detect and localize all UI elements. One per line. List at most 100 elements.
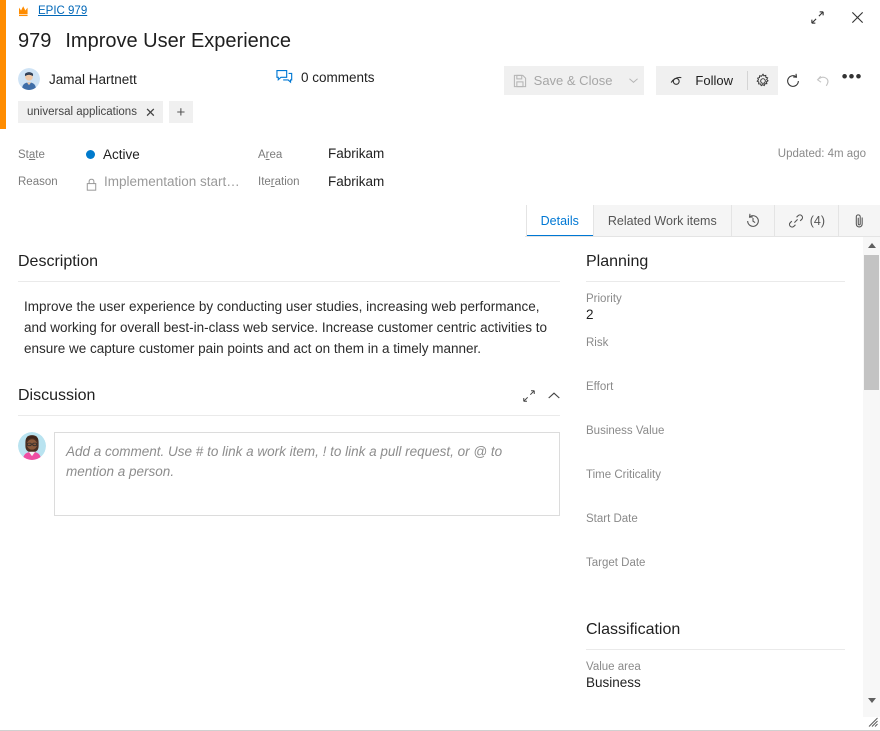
comment-placeholder: Add a comment. Use # to link a work item… (66, 444, 503, 479)
follow-group: Follow (656, 66, 778, 95)
field-priority: Priority 2 (586, 293, 845, 326)
follow-button[interactable]: Follow (656, 66, 747, 95)
field-value[interactable] (586, 483, 845, 502)
tags-row: universal applications ✕ + (18, 101, 193, 123)
save-close-group: Save & Close (503, 66, 645, 95)
tab-details[interactable]: Details (525, 205, 594, 237)
undo-icon (808, 66, 838, 95)
field-value[interactable]: 2 (586, 307, 845, 326)
breadcrumb: EPIC 979 (18, 5, 87, 17)
work-item-type-accent-bar (0, 0, 6, 129)
field-start-date: Start Date (586, 513, 845, 546)
planning-divider (586, 281, 845, 282)
links-count: (4) (809, 214, 825, 228)
scroll-up-button[interactable] (863, 237, 880, 254)
gear-icon[interactable] (748, 66, 778, 95)
field-business-value: Business Value (586, 425, 845, 458)
field-risk: Risk (586, 337, 845, 370)
field-label: Priority (586, 293, 622, 305)
field-value-area: Value area Business (586, 661, 845, 694)
state-dot-icon (86, 149, 95, 159)
add-tag-button[interactable]: + (168, 101, 193, 123)
field-time-criticality: Time Criticality (586, 469, 845, 502)
save-close-dropdown[interactable] (622, 66, 644, 95)
save-close-label: Save & Close (533, 73, 613, 88)
reason-label: Reason (18, 176, 58, 188)
comments-link[interactable]: 0 comments (276, 69, 375, 85)
discussion-actions (522, 389, 560, 403)
chevron-down-icon (867, 698, 876, 703)
resize-grip[interactable] (865, 714, 878, 727)
follow-label: Follow (695, 73, 733, 88)
iteration-label: Iteration (258, 176, 300, 188)
comment-composer: Add a comment. Use # to link a work item… (18, 432, 560, 516)
field-label: Risk (586, 337, 609, 349)
description-text[interactable]: Improve the user experience by conductin… (18, 296, 560, 359)
history-icon (746, 213, 759, 227)
field-label: Start Date (586, 513, 638, 525)
breadcrumb-link-epic[interactable]: EPIC 979 (38, 5, 87, 17)
classification-title: Classification (586, 621, 681, 638)
avatar (18, 68, 40, 90)
tag-label: universal applications (27, 106, 137, 118)
save-icon (513, 74, 526, 87)
field-value[interactable] (586, 395, 845, 414)
classification-divider (586, 649, 845, 650)
field-value[interactable] (586, 439, 845, 458)
page-title: 979 Improve User Experience (18, 30, 291, 53)
save-close-button[interactable]: Save & Close (504, 66, 623, 95)
field-value[interactable] (586, 571, 845, 590)
field-value[interactable] (586, 527, 845, 546)
description-divider (18, 281, 560, 282)
description-title: Description (18, 253, 99, 270)
comments-count-label: 0 comments (301, 69, 375, 85)
discussion-title: Discussion (18, 387, 96, 404)
link-icon (788, 214, 803, 228)
tab-attachments[interactable] (838, 205, 880, 237)
comment-icon (276, 70, 293, 84)
tab-links[interactable]: (4) (773, 205, 838, 237)
chevron-down-icon (628, 77, 638, 83)
field-label: Time Criticality (586, 469, 661, 481)
field-label: Business Value (586, 425, 665, 437)
work-item-title[interactable]: Improve User Experience (65, 30, 291, 53)
state-value[interactable]: Active (86, 147, 140, 162)
updated-timestamp: Updated: 4m ago (777, 148, 866, 160)
field-label: Target Date (586, 557, 646, 569)
scrollbar-thumb[interactable] (864, 255, 879, 390)
close-icon[interactable]: ✕ (145, 106, 156, 119)
assignee-field[interactable]: Jamal Hartnett (18, 68, 137, 90)
crown-icon (19, 6, 28, 17)
window-controls (804, 4, 870, 30)
comment-input[interactable]: Add a comment. Use # to link a work item… (54, 432, 560, 516)
tab-history[interactable] (730, 205, 774, 237)
expand-icon[interactable] (522, 389, 536, 403)
discussion-header: Discussion (18, 387, 560, 405)
chevron-up-icon (867, 243, 876, 248)
tag-chip[interactable]: universal applications ✕ (18, 101, 163, 123)
work-item-window: EPIC 979 979 Improve User Experience Jam… (0, 0, 880, 731)
chevron-up-icon[interactable] (548, 392, 560, 400)
field-label: Effort (586, 381, 614, 393)
scroll-down-button[interactable] (863, 692, 880, 709)
work-item-fields: State Active Reason Implementation start… (0, 135, 880, 197)
field-value[interactable]: Business (586, 675, 845, 694)
side-panel: Planning Priority 2 Risk Effort Business… (578, 237, 863, 717)
close-icon[interactable] (844, 4, 870, 30)
state-label: State (18, 149, 45, 161)
planning-title: Planning (586, 253, 649, 270)
field-target-date: Target Date (586, 557, 845, 590)
refresh-icon[interactable] (778, 66, 808, 95)
field-value[interactable] (586, 351, 845, 370)
ellipsis-icon[interactable]: ••• (838, 66, 866, 95)
iteration-value[interactable]: Fabrikam (328, 174, 384, 189)
eye-icon (671, 76, 682, 85)
vertical-scrollbar[interactable] (863, 237, 880, 717)
assignee-name: Jamal Hartnett (49, 71, 137, 87)
expand-icon[interactable] (804, 4, 830, 30)
work-item-toolbar: Save & Close Follow ••• (503, 66, 866, 95)
field-effort: Effort (586, 381, 845, 414)
tab-related-work-items[interactable]: Related Work items (592, 205, 731, 237)
area-value[interactable]: Fabrikam (328, 146, 384, 161)
lock-icon (86, 178, 97, 191)
